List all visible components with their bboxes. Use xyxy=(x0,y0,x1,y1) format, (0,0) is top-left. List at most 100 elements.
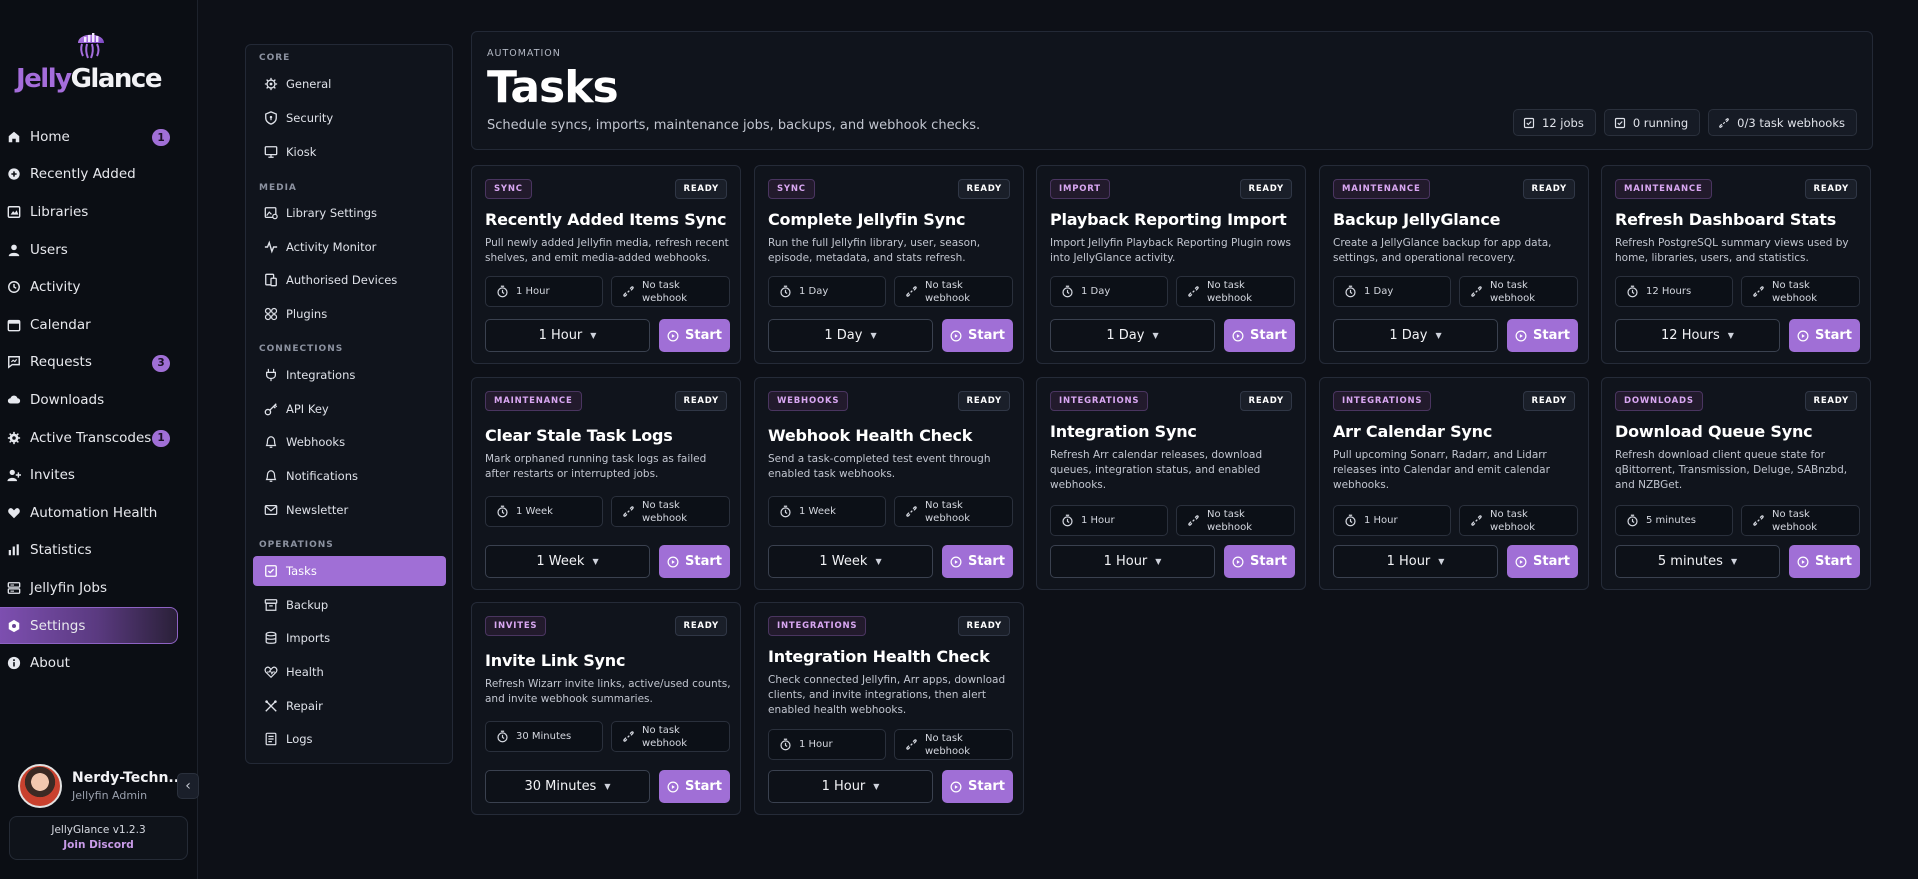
interval-select[interactable]: 1 Day ▼ xyxy=(1333,319,1498,352)
interval-select-value: 1 Hour xyxy=(1103,554,1148,569)
start-button[interactable]: Start xyxy=(1224,319,1295,352)
interval-select[interactable]: 1 Day ▼ xyxy=(768,319,933,352)
bell-icon xyxy=(264,435,278,449)
interval-select[interactable]: 12 Hours ▼ xyxy=(1615,319,1780,352)
start-button[interactable]: Start xyxy=(659,770,730,803)
start-button[interactable]: Start xyxy=(1507,545,1578,578)
jellyfish-logo-icon xyxy=(78,33,104,59)
settings-item-activity-monitor[interactable]: Activity Monitor xyxy=(253,232,446,262)
nav-item-calendar[interactable]: Calendar xyxy=(0,306,198,344)
nav-item-recently-added[interactable]: Recently Added xyxy=(0,156,198,194)
settings-item-logs[interactable]: Logs xyxy=(253,724,446,754)
interval-select[interactable]: 5 minutes ▼ xyxy=(1615,545,1780,578)
interval-select-value: 1 Week xyxy=(536,554,585,569)
play-circle-icon xyxy=(667,556,679,568)
settings-item-label: Plugins xyxy=(286,307,328,321)
monitor-icon xyxy=(264,145,278,159)
interval-select[interactable]: 1 Hour ▼ xyxy=(1050,545,1215,578)
nav-item-activity[interactable]: Activity xyxy=(0,268,198,306)
settings-item-label: Library Settings xyxy=(286,206,378,220)
settings-item-notifications[interactable]: Notifications xyxy=(253,461,446,491)
library-icon xyxy=(7,205,21,219)
settings-item-label: Newsletter xyxy=(286,503,349,517)
server-icon xyxy=(7,581,21,595)
nav-item-active-transcodes[interactable]: Active Transcodes 1 xyxy=(0,419,198,457)
interval-select-value: 1 Hour xyxy=(1386,554,1431,569)
caret-down-icon: ▼ xyxy=(873,782,880,791)
category-badge: INTEGRATIONS xyxy=(1333,391,1432,411)
nav-item-settings[interactable]: Settings xyxy=(0,606,178,645)
interval-select[interactable]: 1 Hour ▼ xyxy=(485,319,650,352)
join-discord-link[interactable]: Join Discord xyxy=(10,839,187,851)
settings-item-general[interactable]: General xyxy=(253,69,446,99)
start-button[interactable]: Start xyxy=(659,545,730,578)
interval-value: 1 Hour xyxy=(799,739,833,750)
interval-select[interactable]: 1 Week ▼ xyxy=(485,545,650,578)
timer-icon xyxy=(779,285,792,298)
settings-nav: CORE General Security Kiosk MEDIA Librar… xyxy=(245,44,453,764)
document-icon xyxy=(264,732,278,746)
nav-item-statistics[interactable]: Statistics xyxy=(0,532,198,570)
nav-item-requests[interactable]: Requests 3 xyxy=(0,344,198,382)
nav-item-about[interactable]: About xyxy=(0,644,198,682)
timer-icon xyxy=(1626,285,1639,298)
settings-item-webhooks[interactable]: Webhooks xyxy=(253,427,446,457)
webhook-status: No task webhook xyxy=(1207,508,1253,533)
interval-select[interactable]: 1 Hour ▼ xyxy=(768,770,933,803)
start-button[interactable]: Start xyxy=(942,770,1013,803)
task-card: MAINTENANCE READY Backup JellyGlance Create… xyxy=(1319,165,1589,364)
nav-item-libraries[interactable]: Libraries xyxy=(0,193,198,231)
collapse-sidebar-button[interactable]: ‹ xyxy=(177,773,199,799)
settings-item-integrations[interactable]: Integrations xyxy=(253,360,446,390)
play-circle-icon xyxy=(950,781,962,793)
webhook-info: No task webhook xyxy=(894,276,1013,307)
avatar xyxy=(18,764,62,808)
webhook-status: No task webhook xyxy=(1490,279,1536,304)
settings-item-label: Repair xyxy=(286,699,323,713)
settings-item-tasks[interactable]: Tasks xyxy=(253,556,446,586)
task-card: WEBHOOKS READY Webhook Health Check Send a … xyxy=(754,377,1024,590)
interval-value: 1 Week xyxy=(799,506,836,517)
status-badge: READY xyxy=(1805,391,1857,411)
settings-item-backup[interactable]: Backup xyxy=(253,590,446,620)
start-button[interactable]: Start xyxy=(1789,319,1860,352)
start-button[interactable]: Start xyxy=(1224,545,1295,578)
settings-item-health[interactable]: Health xyxy=(253,657,446,687)
nav-item-jellyfin-jobs[interactable]: Jellyfin Jobs xyxy=(0,569,198,607)
interval-select[interactable]: 1 Week ▼ xyxy=(768,545,933,578)
settings-item-authorised-devices[interactable]: Authorised Devices xyxy=(253,265,446,295)
settings-item-library-settings[interactable]: Library Settings xyxy=(253,198,446,228)
start-button[interactable]: Start xyxy=(1789,545,1860,578)
nav-item-home[interactable]: Home 1 xyxy=(0,118,198,156)
app-logo[interactable]: JellyGlance xyxy=(14,26,162,96)
settings-item-label: Imports xyxy=(286,631,331,645)
nav-item-automation-health[interactable]: Automation Health xyxy=(0,494,198,532)
settings-item-imports[interactable]: Imports xyxy=(253,623,446,653)
interval-select[interactable]: 30 Minutes ▼ xyxy=(485,770,650,803)
settings-item-security[interactable]: Security xyxy=(253,103,446,133)
settings-item-newsletter[interactable]: Newsletter xyxy=(253,495,446,525)
settings-item-api-key[interactable]: API Key xyxy=(253,394,446,424)
interval-select[interactable]: 1 Hour ▼ xyxy=(1333,545,1498,578)
start-button[interactable]: Start xyxy=(942,319,1013,352)
start-label: Start xyxy=(968,779,1005,794)
start-button[interactable]: Start xyxy=(1507,319,1578,352)
start-button[interactable]: Start xyxy=(942,545,1013,578)
nav-item-users[interactable]: Users xyxy=(0,231,198,269)
start-button[interactable]: Start xyxy=(659,319,730,352)
caret-down-icon: ▼ xyxy=(604,782,611,791)
nav-item-downloads[interactable]: Downloads xyxy=(0,381,198,419)
task-card: INVITES READY Invite Link Sync Refresh Wiza… xyxy=(471,602,741,815)
settings-item-kiosk[interactable]: Kiosk xyxy=(253,137,446,167)
task-title: Download Queue Sync xyxy=(1615,422,1813,441)
webhook-status: No task webhook xyxy=(925,279,971,304)
task-description: Pull newly added Jellyfin media, refresh… xyxy=(485,237,729,264)
settings-item-plugins[interactable]: Plugins xyxy=(253,299,446,329)
interval-select[interactable]: 1 Day ▼ xyxy=(1050,319,1215,352)
nav-label: Automation Health xyxy=(30,504,158,521)
status-badge: READY xyxy=(675,616,727,636)
nav-label: Requests xyxy=(30,354,92,371)
user-profile[interactable]: Nerdy-Techn... Jellyfin Admin xyxy=(18,764,193,810)
nav-item-invites[interactable]: Invites xyxy=(0,456,198,494)
settings-item-repair[interactable]: Repair xyxy=(253,691,446,721)
